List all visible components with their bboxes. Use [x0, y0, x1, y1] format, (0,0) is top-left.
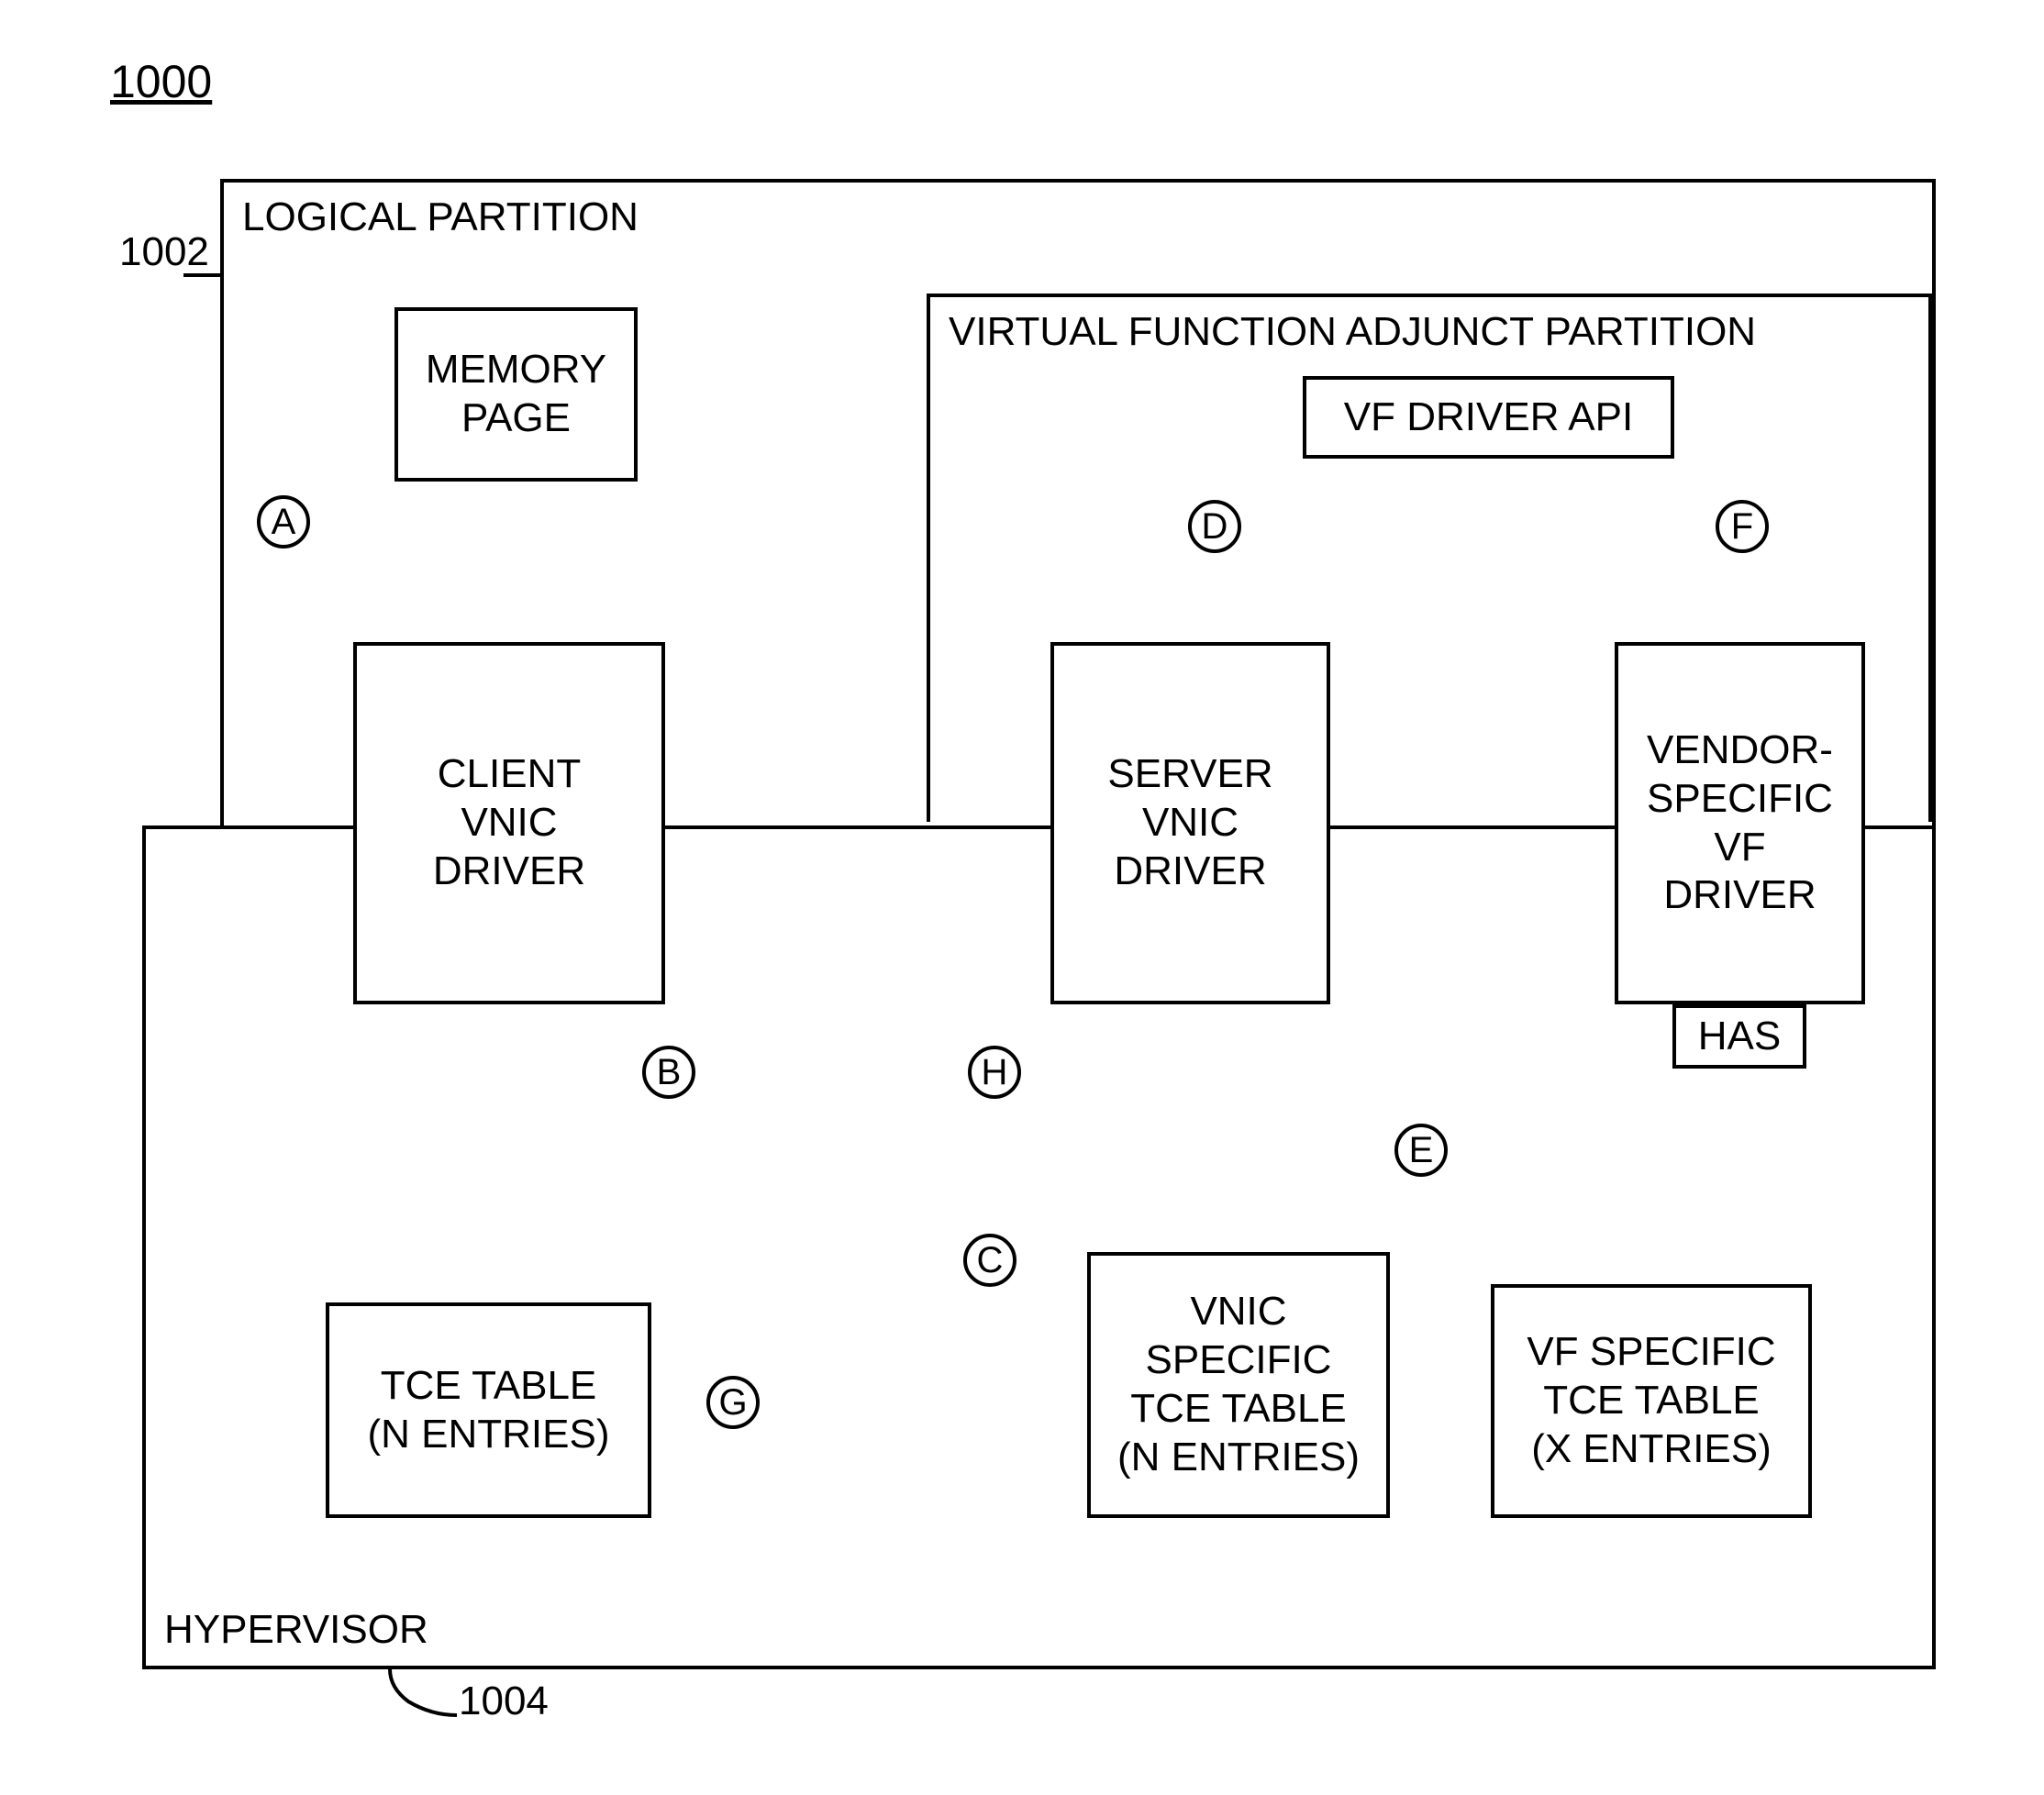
step-a: A — [257, 495, 310, 548]
step-c: C — [963, 1234, 1016, 1287]
vnic-tce-box: VNIC SPECIFIC TCE TABLE (N ENTRIES) — [1087, 1252, 1390, 1518]
vf-tce-box: VF SPECIFIC TCE TABLE (X ENTRIES) — [1491, 1284, 1812, 1518]
figref-1004: 1004 — [459, 1679, 549, 1724]
step-e: E — [1394, 1124, 1448, 1177]
logical-partition-title: LOGICAL PARTITION — [242, 194, 639, 242]
vendor-vf-box: VENDOR- SPECIFIC VF DRIVER — [1615, 642, 1865, 1004]
step-b: B — [642, 1046, 695, 1099]
figref-main: 1000 — [110, 55, 212, 108]
has-box: HAS — [1672, 1004, 1806, 1069]
tce-table-box: TCE TABLE (N ENTRIES) — [326, 1302, 651, 1518]
step-h: H — [968, 1046, 1021, 1099]
vf-adjunct-title: VIRTUAL FUNCTION ADJUNCT PARTITION — [949, 308, 1756, 357]
memory-page-box: MEMORY PAGE — [394, 307, 638, 482]
step-d: D — [1188, 500, 1241, 553]
hypervisor-title: HYPERVISOR — [164, 1606, 428, 1655]
diagram-canvas: 1000 LOGICAL PARTITION 1002 HYPERVISOR 1… — [0, 0, 2044, 1795]
server-vnic-box: SERVER VNIC DRIVER — [1050, 642, 1330, 1004]
step-f: F — [1716, 500, 1769, 553]
step-g: G — [706, 1376, 760, 1429]
client-vnic-box: CLIENT VNIC DRIVER — [353, 642, 665, 1004]
figref-1002: 1002 — [119, 229, 209, 275]
vf-driver-api-box: VF DRIVER API — [1303, 376, 1674, 459]
